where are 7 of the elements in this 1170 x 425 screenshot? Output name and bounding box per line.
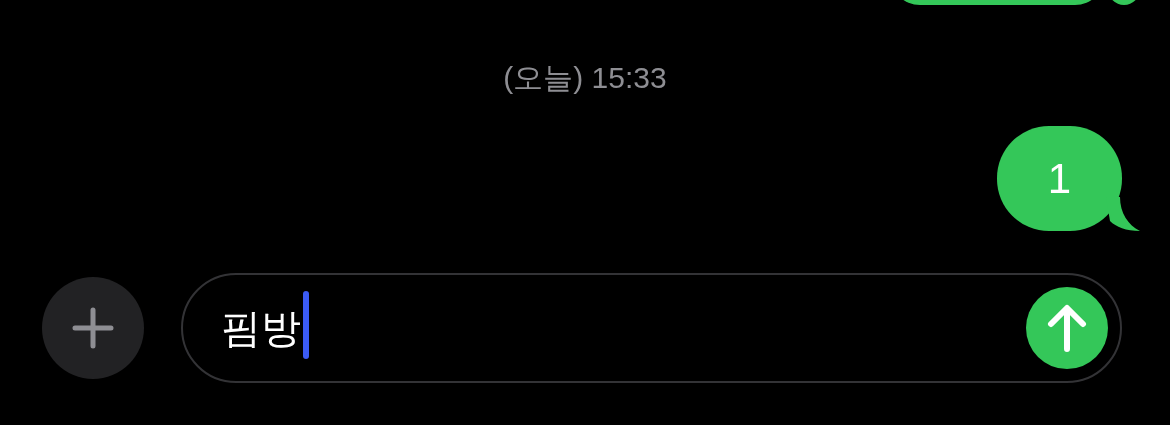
timestamp: (오늘) 15:33 <box>502 60 668 96</box>
arrow-up-icon <box>1047 304 1087 352</box>
send-button[interactable] <box>1026 287 1108 369</box>
plus-icon <box>72 307 114 349</box>
bubble-tail <box>1106 197 1140 231</box>
message-field[interactable]: 핌방 <box>181 273 1122 383</box>
message-text: 핌방 <box>221 305 301 352</box>
